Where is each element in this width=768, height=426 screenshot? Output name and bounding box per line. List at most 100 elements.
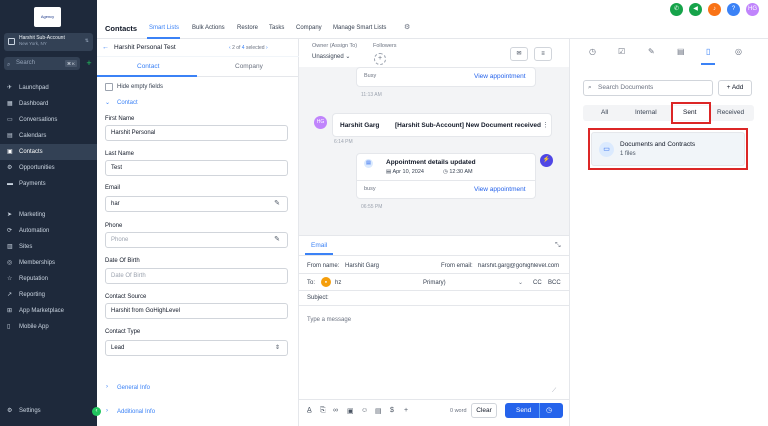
megaphone-icon[interactable]: ◀	[689, 3, 702, 16]
note-pen-icon[interactable]: ✎	[648, 47, 655, 56]
sidebar-item-reporting[interactable]: ↗ Reporting	[0, 287, 97, 303]
calendar-icon[interactable]: ▤	[677, 47, 685, 56]
pencil-icon[interactable]: ✎	[274, 233, 280, 247]
resize-handle-icon[interactable]: ⟋	[552, 388, 556, 395]
contact-type-select[interactable]: Lead ⇕	[105, 340, 288, 356]
tab-restore[interactable]: Restore	[237, 25, 258, 31]
section-general-info[interactable]: General Info	[117, 385, 150, 391]
documents-icon[interactable]: ▯	[706, 47, 710, 56]
sidebar-item-mobile-app[interactable]: ▯ Mobile App	[0, 319, 97, 335]
star-icon: ☆	[7, 276, 13, 282]
sidebar-item-payments[interactable]: ▬ Payments	[0, 176, 97, 192]
bcc-button[interactable]: BCC	[548, 280, 561, 286]
first-name-field[interactable]: Harshit Personal	[105, 125, 288, 141]
tab-company[interactable]: Company	[296, 25, 322, 31]
sidebar-item-contacts[interactable]: ▣ Contacts	[0, 144, 97, 160]
recipient-type-select[interactable]: Primary)	[423, 280, 446, 286]
pencil-icon[interactable]: ✎	[274, 197, 280, 211]
filter-all[interactable]: All	[601, 109, 608, 116]
clear-button[interactable]: Clear	[471, 403, 497, 418]
email-field[interactable]: har ✎	[105, 196, 288, 212]
help-icon[interactable]: ?	[727, 3, 740, 16]
last-name-field[interactable]: Test	[105, 160, 288, 176]
cc-button[interactable]: CC	[533, 280, 542, 286]
dob-field[interactable]: Date Of Birth	[105, 268, 288, 284]
sidebar-item-memberships[interactable]: ◎ Memberships	[0, 255, 97, 271]
sidebar-item-settings[interactable]: ⚙ Settings	[0, 403, 97, 419]
phone-field[interactable]: Phone ✎	[105, 232, 288, 248]
filter-icon[interactable]: ≡	[534, 47, 552, 61]
dollar-icon[interactable]: $	[390, 407, 394, 414]
appointment-update-message: ▤ Appointment details updated ▤ Apr 10, …	[356, 153, 536, 199]
inbox-icon[interactable]: ✉	[510, 47, 528, 61]
add-follower-button[interactable]: +	[374, 53, 386, 65]
chevron-right-icon[interactable]: ›	[106, 384, 108, 390]
document-search-input[interactable]: ⌕ Search Documents	[583, 80, 713, 96]
calendar-icon: ▤	[364, 159, 373, 168]
contact-source-field[interactable]: Harshit from GoHighLevel	[105, 303, 288, 319]
image-icon[interactable]: ▣	[347, 407, 354, 415]
from-name-field[interactable]: Harshit Garg	[345, 263, 379, 269]
chevron-down-icon[interactable]: ⌄	[105, 99, 110, 106]
add-document-button[interactable]: + Add	[718, 80, 752, 96]
sidebar-item-label: Calendars	[19, 133, 47, 139]
tab-manage-smart-lists[interactable]: Manage Smart Lists	[333, 25, 386, 31]
collapse-sidebar-button[interactable]: ‹	[92, 407, 101, 416]
divider	[299, 305, 569, 306]
plus-icon[interactable]: +	[404, 407, 408, 414]
sidebar-item-sites[interactable]: ▥ Sites	[0, 239, 97, 255]
user-avatar[interactable]: HG	[746, 3, 759, 16]
gear-icon[interactable]: ⚙	[404, 23, 414, 33]
expand-icon[interactable]: ⤡	[555, 242, 561, 250]
email-message[interactable]: Harshit Garg [Harshit Sub-Account] New D…	[332, 113, 552, 137]
sidebar-item-opportunities[interactable]: ⚙ Opportunities	[0, 160, 97, 176]
emoji-icon[interactable]: ☺	[361, 407, 368, 414]
tab-email[interactable]: Email	[311, 242, 327, 249]
tab-contact[interactable]: Contact	[137, 63, 159, 70]
view-appointment-link[interactable]: View appointment	[474, 73, 526, 80]
pager-prev-icon[interactable]: ‹	[229, 45, 231, 51]
record-pager: ‹ 2 of 4 selected ›	[229, 45, 268, 51]
sidebar-item-automation[interactable]: ⟳ Automation	[0, 223, 97, 239]
send-button[interactable]: Send ◷	[505, 403, 563, 418]
hide-empty-checkbox[interactable]	[105, 83, 113, 91]
task-check-icon[interactable]: ☑	[618, 47, 625, 56]
sidebar-item-calendars[interactable]: ▤ Calendars	[0, 128, 97, 144]
link-icon[interactable]: ∞	[333, 407, 338, 414]
sidebar-item-launchpad[interactable]: ✈ Launchpad	[0, 80, 97, 96]
sidebar-item-app-marketplace[interactable]: ⊞ App Marketplace	[0, 303, 97, 319]
pager-next-icon[interactable]: ›	[266, 45, 268, 51]
owner-select[interactable]: Unassigned ⌄	[312, 53, 350, 60]
document-icon[interactable]: ▤	[375, 407, 382, 415]
account-switcher[interactable]: Harshit Sub-Account New York, NY ⇅	[4, 33, 93, 51]
phone-call-icon[interactable]: ✆	[670, 3, 683, 16]
quick-add-icon[interactable]: +	[84, 58, 94, 69]
view-appointment-link[interactable]: View appointment	[474, 186, 526, 193]
to-field[interactable]: hz	[335, 280, 341, 286]
sidebar-item-marketing[interactable]: ➤ Marketing	[0, 207, 97, 223]
sidebar-item-conversations[interactable]: ▭ Conversations	[0, 112, 97, 128]
section-contact-title[interactable]: Contact	[117, 100, 138, 106]
sidebar-search-placeholder: Search	[16, 60, 36, 66]
attachment-icon[interactable]: ⎘	[320, 407, 326, 415]
from-email-field[interactable]: harshit.garg@gohighlevel.com	[478, 263, 564, 269]
tab-tasks[interactable]: Tasks	[269, 25, 284, 31]
bell-icon[interactable]: ♪	[708, 3, 721, 16]
filter-received[interactable]: Received	[717, 109, 744, 116]
text-format-icon[interactable]: A̲	[307, 407, 312, 414]
history-icon[interactable]: ◷	[589, 47, 596, 56]
back-arrow-icon[interactable]: ←	[102, 44, 109, 51]
filter-internal[interactable]: Internal	[635, 109, 657, 116]
dob-label: Date Of Birth	[105, 258, 140, 264]
section-additional-info[interactable]: Additional Info	[117, 409, 155, 415]
sidebar-item-reputation[interactable]: ☆ Reputation	[0, 271, 97, 287]
settings-circle-icon[interactable]: ◎	[735, 47, 742, 56]
tab-bulk-actions[interactable]: Bulk Actions	[192, 25, 225, 31]
message-body-input[interactable]: Type a message	[307, 317, 351, 323]
tab-smart-lists[interactable]: Smart Lists	[149, 25, 179, 31]
schedule-clock-icon[interactable]: ◷	[546, 406, 552, 414]
more-icon[interactable]: ⋮	[542, 121, 549, 129]
sidebar-item-dashboard[interactable]: ▦ Dashboard	[0, 96, 97, 112]
chevron-right-icon[interactable]: ›	[106, 408, 108, 414]
tab-company[interactable]: Company	[235, 63, 263, 70]
